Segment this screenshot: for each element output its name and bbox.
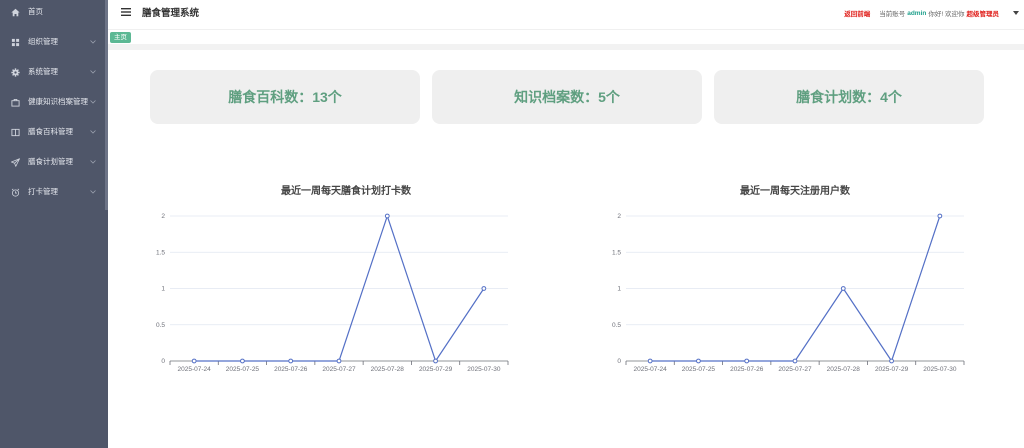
chart-1-x-tick-label: 2025-07-25 [226,366,260,373]
chart-2-data-point [744,358,750,364]
chart-1-data-point [288,358,294,364]
stat-value: 5 [598,89,606,105]
chart-1-data-point [191,358,197,364]
app-title: 膳食管理系统 [142,8,200,19]
account-label: 当前账号 [879,11,906,18]
chevron-down-icon [90,190,96,194]
chart-1-y-tick-label: 0 [161,358,165,365]
chart-1-data-point [384,213,390,219]
sidebar-item-label: 健康知识档案管理 [28,97,88,106]
sidebar-item-label: 组织管理 [28,37,58,46]
chart-1-x-tick-label: 2025-07-29 [419,366,453,373]
registration-line-chart: 最近一周每天注册用户数 0 0.5 1 1.5 2 2025-07-24 2025-07-25… [612,184,965,373]
content-divider [108,44,1024,50]
chart-2-data-point [937,213,943,219]
chart-1-x-tick-label: 2025-07-26 [274,366,308,373]
chart-2-y-tick-label: 1.5 [612,249,621,256]
hamburger-icon[interactable] [121,8,131,16]
chart-1-y-tick-label: 1 [161,286,165,293]
chart-1-title: 最近一周每天膳食计划打卡数 [281,184,412,197]
book-icon [11,128,20,136]
account-dropdown[interactable]: 当前账号 admin 你好! 欢迎你 超级管理员 [879,8,1001,19]
stat-label: 知识档案数： [514,89,599,105]
chart-2-y-tick-label: 1 [617,286,621,293]
stat-label: 膳食计划数： [796,89,881,105]
chart-2-x-tick-label: 2025-07-30 [923,366,957,373]
chart-1-data-point [481,286,487,291]
stat-unit: 个 [327,89,342,105]
chart-2-x-tick-label: 2025-07-27 [778,366,812,373]
header-user-area: 返回前端 当前账号 admin 你好! 欢迎你 超级管理员 [844,8,1019,19]
sidebar-menu: 首页 组织管理 系统管理 健康知识档案管理 膳食百科管理 膳食计划管理 打卡管理 [0,0,104,207]
stat-card-knowledge-archive: 知识档案数：5个 [432,70,702,124]
chart-1-data-point [433,358,438,364]
greeting-text: 你好! 欢迎你 [928,11,965,18]
chart-2-data-point [889,358,894,364]
user-role: 超级管理员 [966,11,1000,18]
caret-down-icon[interactable] [1013,11,1019,15]
chart-2-x-tick-label: 2025-07-24 [634,366,668,373]
chart-1-x-tick-label: 2025-07-30 [467,366,501,373]
chart-1-y-tick-label: 1.5 [156,249,165,256]
chart-2-data-point [840,286,846,291]
stat-card-diet-plan: 膳食计划数：4个 [714,70,984,124]
chevron-down-icon [90,100,96,104]
tab-home[interactable]: 主页 [110,32,131,43]
username: admin [907,9,927,17]
chevron-down-icon [90,70,96,74]
sidebar-item-label: 膳食计划管理 [28,157,73,166]
chart-1-y-tick-label: 0.5 [156,322,165,329]
stat-unit: 个 [605,89,620,105]
stat-label: 膳食百科数： [228,89,313,105]
chart-2-title: 最近一周每天注册用户数 [740,184,851,197]
sidebar-item-diet-plan[interactable]: 膳食计划管理 [0,147,104,177]
sidebar-item-check-in[interactable]: 打卡管理 [0,177,104,207]
gear-icon [11,67,20,77]
chevron-down-icon [90,130,96,134]
chart-1-data-point [336,358,342,364]
tab-bar: 主页 [108,29,1024,44]
sidebar-item-label: 系统管理 [28,67,58,76]
chart-2-data-point [647,358,653,364]
chart-1-x-tick-label: 2025-07-28 [371,366,405,373]
chart-2-x-tick-label: 2025-07-28 [827,366,861,373]
sidebar: 首页 组织管理 系统管理 健康知识档案管理 膳食百科管理 膳食计划管理 打卡管理 [0,0,108,448]
briefcase-icon [11,98,20,107]
back-to-frontend-link[interactable]: 返回前端 [844,8,870,18]
sidebar-item-health-knowledge[interactable]: 健康知识档案管理 [0,87,104,117]
stat-value: 13 [312,89,328,105]
sidebar-item-label: 首页 [28,7,43,16]
sidebar-item-organization[interactable]: 组织管理 [0,27,104,57]
chart-2-y-tick-label: 2 [617,213,621,220]
chart-2-y-tick-label: 0 [617,358,621,365]
chart-2-x-tick-label: 2025-07-26 [730,366,764,373]
chart-2-data-point [792,358,798,364]
chart-2-data-point [696,358,701,364]
chart-1-data-point [240,358,245,364]
stat-unit: 个 [887,89,902,105]
top-header: 膳食管理系统 返回前端 当前账号 admin 你好! 欢迎你 超级管理员 [108,0,1024,29]
chart-2-x-tick-label: 2025-07-29 [875,366,909,373]
sidebar-item-system[interactable]: 系统管理 [0,57,104,87]
chart-2-x-tick-label: 2025-07-25 [682,366,716,373]
sidebar-item-label: 膳食百科管理 [28,127,73,136]
sidebar-item-diet-encyclopedia[interactable]: 膳食百科管理 [0,117,104,147]
chevron-down-icon [90,160,96,164]
chart-2-y-tick-label: 0.5 [612,322,621,329]
paper-plane-icon [11,157,20,167]
alarm-clock-icon [11,188,20,197]
grid-icon [11,38,20,46]
chevron-down-icon [90,40,96,44]
chart-1-x-tick-label: 2025-07-27 [322,366,356,373]
sidebar-item-home[interactable]: 首页 [0,0,104,27]
stat-value: 4 [880,89,888,105]
sidebar-item-label: 打卡管理 [28,187,58,196]
stat-card-diet-encyclopedia: 膳食百科数：13个 [150,70,420,124]
chart-1-x-tick-label: 2025-07-24 [178,366,212,373]
home-icon [11,8,20,16]
chart-1-y-tick-label: 2 [161,213,165,220]
checkin-line-chart: 最近一周每天膳食计划打卡数 0 0.5 1 1.5 2 2025-07-24 2025-07-… [156,184,509,373]
